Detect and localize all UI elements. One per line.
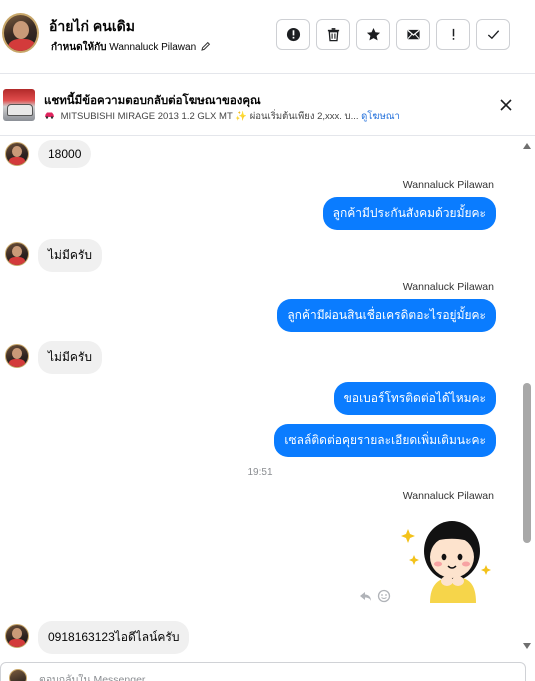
ad-price-text: ผ่อนเริ่มต้นเพียง 2,xxx. บ... (249, 111, 359, 122)
scroll-down-arrow-icon[interactable] (523, 643, 531, 649)
close-icon[interactable] (499, 98, 513, 112)
sender-avatar[interactable] (5, 142, 29, 166)
incoming-message[interactable]: 18000 (38, 140, 92, 168)
scroll-thumb[interactable] (523, 383, 531, 543)
info-icon (286, 27, 300, 42)
mail-button[interactable] (396, 19, 430, 50)
ad-thumbnail[interactable] (3, 89, 35, 121)
info-button[interactable] (276, 19, 310, 50)
outgoing-message[interactable]: ลูกค้ามีประกันสังคมด้วยมั้ยคะ (322, 197, 496, 230)
sender-avatar[interactable] (5, 344, 29, 368)
message-timestamp: 19:51 (247, 467, 273, 478)
exclamation-icon (452, 28, 454, 40)
ad-description: MITSUBISHI MIRAGE 2013 1.2 GLX MT ✨ ผ่อน… (44, 109, 400, 124)
ad-reply-banner: แชทนี้มีข้อความตอบกลับต่อโฆษณาของคุณ MIT… (0, 75, 535, 136)
girl-sticker-icon[interactable] (400, 507, 496, 603)
reply-composer (0, 662, 526, 681)
sender-name: Wannaluck Pilawan (402, 179, 494, 191)
pencil-icon[interactable] (201, 41, 211, 51)
sender-avatar[interactable] (5, 624, 29, 648)
mail-icon (406, 29, 420, 40)
reply-icon (360, 592, 371, 601)
assignee-name: Wannaluck Pilawan (109, 42, 197, 53)
message-thread[interactable]: 18000 Wannaluck Pilawan ลูกค้ามีประกันสั… (0, 137, 520, 656)
outgoing-message[interactable]: ลูกค้ามีผ่อนสินเชื่อเครดิตอะไรอยู่มั้ยคะ (277, 299, 496, 332)
emoji-icon (377, 589, 391, 603)
assignee-prefix: กำหนดให้กับ (51, 42, 107, 53)
ad-banner-title: แชทนี้มีข้อความตอบกลับต่อโฆษณาของคุณ (44, 95, 261, 107)
contact-avatar[interactable] (2, 13, 39, 53)
car-icon (45, 112, 54, 119)
reply-input[interactable] (39, 674, 499, 681)
page-avatar (9, 669, 27, 681)
scroll-up-arrow-icon[interactable] (523, 143, 531, 149)
incoming-message[interactable]: ไม่มีครับ (38, 341, 102, 374)
mark-done-button[interactable] (476, 19, 510, 50)
delete-button[interactable] (316, 19, 350, 50)
incoming-message[interactable]: ไม่มีครับ (38, 239, 102, 272)
view-ad-link[interactable]: ดูโฆษณา (361, 111, 400, 122)
sender-name: Wannaluck Pilawan (402, 490, 494, 502)
message-actions[interactable] (358, 589, 392, 603)
ad-car-model: MITSUBISHI MIRAGE 2013 1.2 GLX MT (60, 111, 233, 122)
outgoing-message[interactable]: เซลล์ติดต่อคุยรายละเอียดเพิ่มเติมนะคะ (274, 424, 496, 457)
check-icon (487, 30, 499, 40)
trash-icon (327, 28, 339, 42)
contact-name[interactable]: อ้ายไก่ คนเดิม (49, 16, 135, 38)
assignee-line[interactable]: กำหนดให้กับ Wannaluck Pilawan (51, 40, 211, 55)
outgoing-message[interactable]: ขอเบอร์โทรติดต่อได้ไหมคะ (333, 382, 496, 415)
conversation-toolbar (276, 19, 510, 50)
star-icon (366, 27, 380, 41)
sender-name: Wannaluck Pilawan (402, 281, 494, 293)
star-button[interactable] (356, 19, 390, 50)
sender-avatar[interactable] (5, 242, 29, 266)
mark-spam-button[interactable] (436, 19, 470, 50)
thread-scrollbar[interactable] (520, 137, 535, 656)
conversation-header: อ้ายไก่ คนเดิม กำหนดให้กับ Wannaluck Pil… (0, 0, 535, 74)
incoming-message[interactable]: 0918163123ไอดีไลน์ครับ (38, 621, 190, 654)
sparkle-icon: ✨ (235, 111, 248, 122)
